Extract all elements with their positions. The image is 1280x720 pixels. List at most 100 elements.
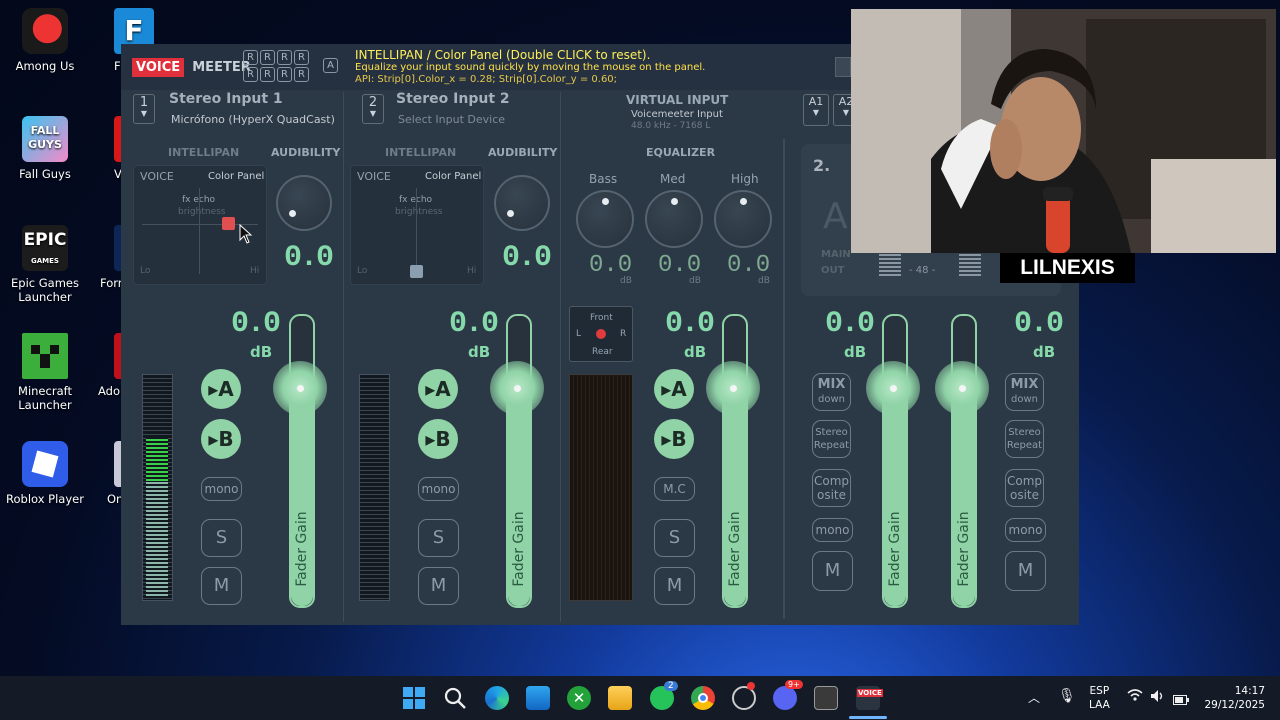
strip2-mute-button[interactable]: M xyxy=(418,567,459,605)
bus2-mute-button[interactable]: M xyxy=(1005,551,1046,591)
position-handle[interactable] xyxy=(596,329,606,339)
bus1-composite-button[interactable]: Comp osite xyxy=(812,469,851,507)
bus1-fader[interactable]: Fader Gain xyxy=(866,314,920,608)
fader-handle[interactable] xyxy=(706,361,760,415)
wifi-icon[interactable] xyxy=(1127,688,1143,706)
bus2-mono-button[interactable]: mono xyxy=(1005,518,1046,542)
reg-badge: R xyxy=(294,50,309,65)
logo-meeter: MEETER xyxy=(192,60,251,75)
strip2-number: 2 xyxy=(368,95,378,110)
chevron-up-icon[interactable]: ︿ xyxy=(1028,689,1040,706)
edge-browser-icon[interactable] xyxy=(485,686,509,710)
file-explorer-icon[interactable] xyxy=(608,686,632,710)
fader-handle[interactable] xyxy=(273,361,327,415)
strip1-audibility-knob[interactable] xyxy=(276,175,332,231)
desktop-icon-roblox[interactable]: Roblox Player xyxy=(1,441,89,506)
epic-logo-sub: GAMES xyxy=(31,257,59,265)
bus2-fader[interactable]: Fader Gain xyxy=(935,314,989,608)
virtual-bus-a-button[interactable]: ▸A xyxy=(654,369,694,409)
desktop-icon-minecraft[interactable]: Minecraft Launcher xyxy=(1,333,89,412)
microphone-icon[interactable]: 🎙 xyxy=(1058,688,1076,704)
app-window-icon[interactable] xyxy=(814,686,838,710)
mix-sub-label: down xyxy=(1011,394,1038,405)
strip2-bus-b-button[interactable]: ▸B xyxy=(418,419,458,459)
windows-start-icon[interactable] xyxy=(402,686,426,710)
virtual-bus-b-button[interactable]: ▸B xyxy=(654,419,694,459)
voicemeeter-taskbar-icon[interactable]: VOICE xyxy=(856,686,883,710)
discord-icon[interactable]: 9+ xyxy=(773,680,803,710)
eq-high-knob[interactable] xyxy=(714,190,772,248)
virtual-mc-button[interactable]: M.C xyxy=(654,477,695,501)
bus1-stereo-repeat-button[interactable]: Stereo Repeat xyxy=(812,420,851,458)
bus2-mixdown-button[interactable]: MIX down xyxy=(1005,373,1044,411)
pan-hi-label: Hi xyxy=(467,266,477,276)
desktop-icon-epic-games[interactable]: EPIC GAMES Epic Games Launcher xyxy=(1,225,89,304)
active-app-indicator xyxy=(849,716,887,719)
info-title: INTELLIPAN / Color Panel (Double CLICK t… xyxy=(355,48,651,62)
eq-bass-knob[interactable] xyxy=(576,190,634,248)
bus2-composite-button[interactable]: Comp osite xyxy=(1005,469,1044,507)
volume-icon[interactable] xyxy=(1150,688,1166,707)
strip1-mono-button[interactable]: mono xyxy=(201,477,242,501)
search-icon[interactable] xyxy=(443,686,467,710)
epic-games-icon: EPIC GAMES xyxy=(22,225,68,271)
strip2-mono-button[interactable]: mono xyxy=(418,477,459,501)
reg-badge: R xyxy=(260,67,275,82)
repeat-label: Repeat xyxy=(813,440,850,451)
roblox-icon xyxy=(22,441,68,487)
osite-label: osite xyxy=(816,488,846,502)
strip2-bus-a-button[interactable]: ▸A xyxy=(418,369,458,409)
level-grid-icon xyxy=(879,254,901,276)
eq-med-knob[interactable] xyxy=(645,190,703,248)
strip2-solo-button[interactable]: S xyxy=(418,519,459,557)
meter-peak xyxy=(146,437,168,481)
pan-cursor-handle[interactable] xyxy=(222,217,235,230)
store-icon[interactable] xyxy=(526,686,550,710)
xbox-icon[interactable]: ✕ xyxy=(567,686,591,710)
pan-cursor-handle[interactable] xyxy=(410,265,423,278)
window-menu-button[interactable] xyxy=(835,57,851,77)
strip1-mute-button[interactable]: M xyxy=(201,567,242,605)
virtual-mute-button[interactable]: M xyxy=(654,567,695,605)
eq-bass-value: 0.0 xyxy=(589,252,633,279)
stereo-label: Stereo xyxy=(1008,427,1041,438)
strip2-color-panel[interactable]: VOICE Color Panel fx echo brightness Lo … xyxy=(350,165,484,285)
strip1-bus-a-button[interactable]: ▸A xyxy=(201,369,241,409)
chevron-down-icon: ▼ xyxy=(140,109,148,118)
strip1-select-button[interactable]: 1 ▼ xyxy=(133,94,155,124)
strip2-audibility-knob[interactable] xyxy=(494,175,550,231)
bus2-stereo-repeat-button[interactable]: Stereo Repeat xyxy=(1005,420,1044,458)
strip2-select-button[interactable]: 2 ▼ xyxy=(362,94,384,124)
reg-badge: R xyxy=(277,67,292,82)
chrome-icon[interactable] xyxy=(691,686,715,710)
strip1-fader[interactable]: Fader Gain xyxy=(273,314,327,608)
pos-r-label: R xyxy=(620,329,627,339)
bus2-gain-value: 0.0 xyxy=(1014,307,1064,341)
fader-handle[interactable] xyxy=(490,361,544,415)
strip2-fader[interactable]: Fader Gain xyxy=(490,314,544,608)
strip1-device[interactable]: Micrófono (HyperX QuadCast) xyxy=(171,113,335,126)
spatial-position-pad[interactable]: Front Rear L R xyxy=(569,306,633,362)
info-line-2: API: Strip[0].Color_x = 0.28; Strip[0].C… xyxy=(355,74,618,85)
reg-badge: R xyxy=(260,50,275,65)
fader-handle[interactable] xyxy=(935,361,989,415)
language-sub-label: LAA xyxy=(1089,699,1110,711)
clock[interactable]: 14:17 29/12/2025 xyxy=(1203,684,1265,712)
hw-out-a1-button[interactable]: A1 ▼ xyxy=(803,94,829,126)
fader-handle[interactable] xyxy=(866,361,920,415)
desktop-icon-fall-guys[interactable]: FALL GUYS Fall Guys xyxy=(1,116,89,181)
language-indicator[interactable]: ESP LAA xyxy=(1089,684,1110,712)
gear-icon[interactable] xyxy=(732,682,756,710)
whatsapp-icon[interactable]: 2 xyxy=(650,681,678,710)
bus1-mute-button[interactable]: M xyxy=(812,551,853,591)
strip2-device[interactable]: Select Input Device xyxy=(398,113,505,126)
virtual-solo-button[interactable]: S xyxy=(654,519,695,557)
strip1-bus-b-button[interactable]: ▸B xyxy=(201,419,241,459)
strip1-solo-button[interactable]: S xyxy=(201,519,242,557)
virtual-fader[interactable]: Fader Gain xyxy=(706,314,760,608)
strip2-name: Stereo Input 2 xyxy=(396,91,510,107)
bus1-mixdown-button[interactable]: MIX down xyxy=(812,373,851,411)
battery-icon[interactable] xyxy=(1173,690,1189,709)
bus1-mono-button[interactable]: mono xyxy=(812,518,853,542)
desktop-icon-among-us[interactable]: Among Us xyxy=(1,8,89,73)
